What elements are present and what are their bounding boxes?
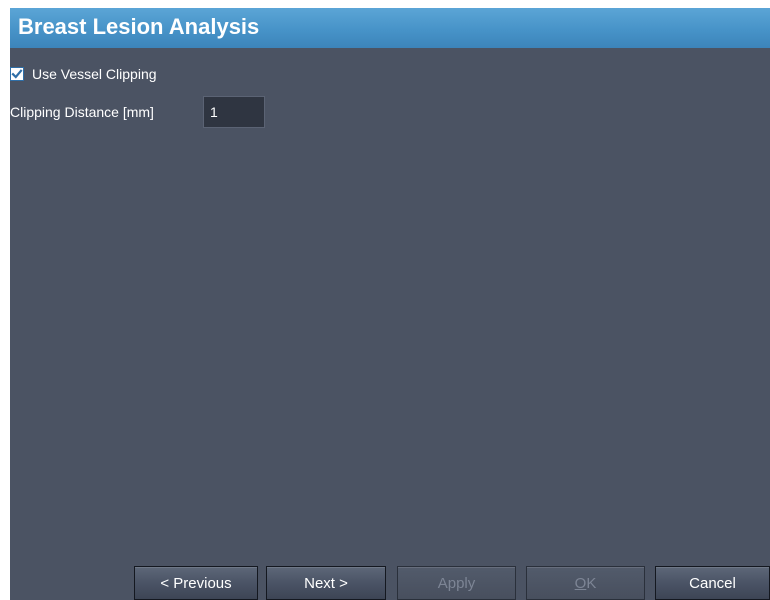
vessel-clipping-checkbox[interactable] <box>10 67 24 81</box>
clipping-distance-input[interactable] <box>203 96 265 128</box>
footer-button-bar: < Previous Next > Apply OK Cancel <box>10 566 770 600</box>
cancel-button[interactable]: Cancel <box>655 566 770 600</box>
ok-mnemonic: O <box>574 574 587 592</box>
clipping-distance-label: Clipping Distance [mm] <box>10 104 154 120</box>
window-title: Breast Lesion Analysis <box>18 14 260 39</box>
ok-label-rest: K <box>586 574 597 592</box>
previous-button[interactable]: < Previous <box>134 566 258 600</box>
clipping-distance-row: Clipping Distance [mm] <box>10 96 265 128</box>
vessel-clipping-label: Use Vessel Clipping <box>32 66 157 82</box>
dialog-window: Breast Lesion Analysis Use Vessel Clippi… <box>10 8 770 600</box>
vessel-clipping-option[interactable]: Use Vessel Clipping <box>10 64 157 84</box>
next-button[interactable]: Next > <box>266 566 386 600</box>
apply-button[interactable]: Apply <box>397 566 516 600</box>
ok-button[interactable]: OK <box>526 566 645 600</box>
title-bar: Breast Lesion Analysis <box>10 8 770 48</box>
checkmark-icon <box>11 69 23 79</box>
